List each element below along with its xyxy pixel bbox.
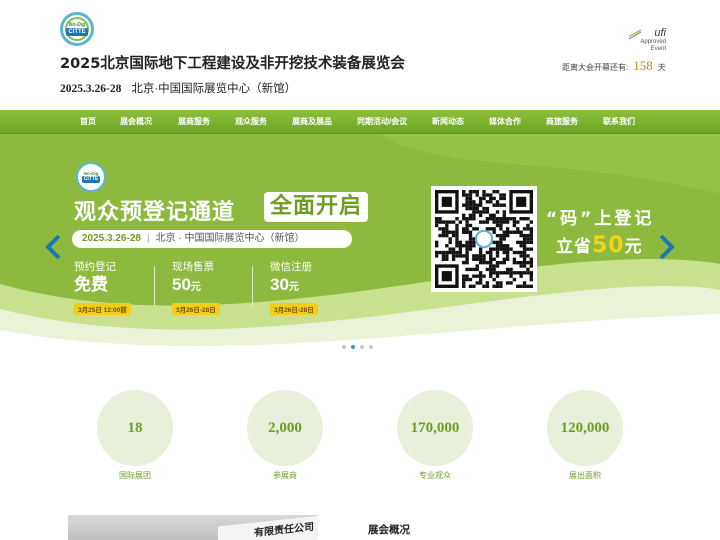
main-nav: 首页 展会概况 展商服务 观众服务 展商及展品 同期活动/会议 新闻动态 媒体合… [0, 110, 720, 134]
ticket-date-tag: 3月25日 12:00前 [74, 303, 131, 315]
stat-value: 170,000 [397, 390, 473, 466]
chevron-right-icon [659, 234, 674, 260]
hero-banner[interactable]: No-Dig CITTE 观众预登记通道 全面开启 2025.3.26-28 | 北… [0, 134, 720, 358]
ufi-line1: Approved [640, 39, 666, 45]
nav-item-travel[interactable]: 商旅服务 [546, 110, 578, 134]
ticket-label: 微信注册 [270, 261, 312, 273]
chevron-left-icon [46, 234, 61, 260]
registration-qr-code[interactable] [431, 186, 537, 292]
ticket-label: 现场售票 [172, 261, 214, 273]
slide-indicators [342, 345, 373, 349]
nav-item-contact[interactable]: 联系我们 [603, 110, 635, 134]
citte-logo[interactable]: No-Dig CITTE [60, 12, 94, 46]
countdown: 距离大会开幕还有: 158 天 [562, 58, 666, 74]
stat-label: 专业观众 [419, 471, 451, 480]
banner-logo: No-Dig CITTE [76, 162, 106, 192]
countdown-days: 158 [633, 58, 653, 73]
promo-amount: 50 [592, 233, 625, 258]
overview-heading: 展会概况 [368, 524, 410, 536]
ticket-preregister: 预约登记 免费 3月25日 12:00前 [74, 260, 131, 317]
stat-value: 120,000 [547, 390, 623, 466]
promo-line1: “码”上登记 [546, 209, 655, 229]
slide-dot[interactable] [342, 345, 346, 349]
ticket-label: 预约登记 [74, 261, 116, 273]
nav-item-events[interactable]: 同期活动/会议 [357, 110, 407, 134]
stat-label: 展出面积 [569, 471, 601, 480]
banner-date-separator: | [146, 233, 150, 244]
logo-line2: CITTE [66, 28, 88, 36]
banner-venue: 北京 · 中国国际展览中心（新馆） [155, 233, 305, 244]
slide-dot[interactable] [360, 345, 364, 349]
banner-date-bar: 2025.3.26-28 | 北京 · 中国国际展览中心（新馆） [72, 230, 352, 248]
event-info: 2025.3.26-28 北京·中国国际展览中心（新馆） [60, 80, 296, 96]
stat-exhibition-area: 120,000 展出面积 [547, 390, 623, 481]
stat-visitors: 170,000 专业观众 [397, 390, 473, 481]
ufi-approved-logo: ufi Approved Event [628, 28, 666, 54]
slide-dot[interactable] [351, 345, 355, 349]
ticket-price: 免费 [74, 275, 108, 294]
ticket-price: 50元 [172, 275, 201, 294]
ticket-wechat: 微信注册 30元 3月26日-28日 [270, 260, 318, 317]
event-venue: 北京·中国国际展览中心（新馆） [131, 83, 297, 95]
event-date: 2025.3.26-28 [60, 83, 122, 95]
ufi-line2: Event [650, 46, 666, 52]
nav-item-overview[interactable]: 展会概况 [120, 110, 152, 134]
nav-item-exhibitors[interactable]: 展商及展品 [292, 110, 332, 134]
stat-international-groups: 18 国际展团 [97, 390, 173, 481]
banner-headline-highlight: 全面开启 [264, 192, 369, 222]
slide-dot[interactable] [369, 345, 373, 349]
banner-date: 2025.3.26-28 [82, 233, 141, 244]
ufi-stripes-icon [628, 30, 642, 40]
stat-label: 国际展团 [119, 471, 151, 480]
prev-slide-button[interactable] [44, 234, 64, 260]
ticket-onsite: 现场售票 50元 3月26日-28日 [172, 260, 220, 317]
page-title: 2025北京国际地下工程建设及非开挖技术装备展览会 [60, 56, 405, 72]
ticket-price: 30元 [270, 275, 299, 294]
promo-line2: 立省50元 [556, 233, 643, 258]
next-slide-button[interactable] [656, 234, 676, 260]
banner-headline: 观众预登记通道 [74, 200, 236, 225]
ticket-date-tag: 3月26日-28日 [172, 303, 220, 315]
ticket-date-tag: 3月26日-28日 [270, 303, 318, 315]
banner-logo-line2: CITTE [81, 176, 101, 183]
site-header: No-Dig CITTE 2025北京国际地下工程建设及非开挖技术装备展览会 2… [0, 0, 720, 110]
countdown-prefix: 距离大会开幕还有: [562, 63, 629, 72]
stat-exhibitors: 2,000 参展商 [247, 390, 323, 481]
nav-item-media[interactable]: 媒体合作 [489, 110, 521, 134]
exhibition-photo[interactable]: 有限责任公司 [68, 515, 318, 540]
nav-item-exhibitor-service[interactable]: 展商服务 [178, 110, 210, 134]
ticket-divider [252, 266, 253, 306]
qr-code-icon [435, 190, 533, 288]
nav-item-home[interactable]: 首页 [80, 110, 96, 134]
ticket-divider [154, 266, 155, 306]
stat-value: 2,000 [247, 390, 323, 466]
stat-label: 参展商 [273, 471, 297, 480]
stat-value: 18 [97, 390, 173, 466]
nav-item-news[interactable]: 新闻动态 [432, 110, 464, 134]
countdown-suffix: 天 [657, 63, 666, 72]
nav-item-visitor-service[interactable]: 观众服务 [235, 110, 267, 134]
